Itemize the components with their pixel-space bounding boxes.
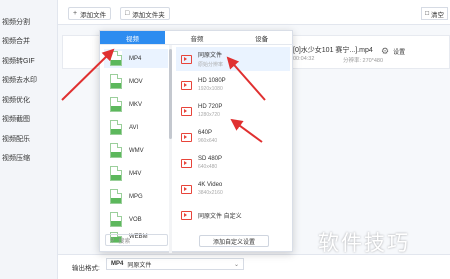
format-name: MKV (129, 101, 143, 108)
format-item-vob[interactable]: VOB (104, 210, 168, 229)
sidebar-item-split[interactable]: 视频分割 (0, 12, 57, 32)
film-icon (181, 80, 192, 90)
format-tabs: 视频 音频 设备 (100, 31, 294, 45)
add-folder-label: 添加文件夹 (132, 11, 165, 19)
sidebar: 视频分割 视频合并 视频转GIF 视频去水印 视频优化 视频截图 视频配乐 视频… (0, 0, 58, 279)
quality-res: 1280x720 (198, 112, 220, 118)
search-icon: ⚲ (110, 237, 115, 244)
quality-name: 同原文件 自定义 (198, 213, 242, 220)
sidebar-item-compress[interactable]: 视频压缩 (0, 149, 57, 169)
quality-name: SD 480P (198, 156, 223, 162)
quality-name: 640P (198, 130, 213, 136)
trash-icon: □ (425, 10, 429, 17)
film-icon (181, 132, 192, 142)
format-name: MP4 (129, 55, 142, 62)
quality-res: 3840x2160 (198, 190, 223, 196)
chevron-down-icon: ⌄ (233, 261, 239, 268)
format-popup: 视频 音频 设备 MP4 MOV MKV AVI WMV M4V MPG VOB… (99, 30, 294, 253)
clear-button[interactable]: □ 清空 (421, 7, 448, 20)
video-file-icon (110, 51, 122, 66)
format-item-wmv[interactable]: WMV (104, 141, 168, 160)
quality-res: 960x640 (198, 138, 218, 144)
film-icon (181, 184, 192, 194)
video-file-icon (110, 120, 122, 135)
quality-item-original[interactable]: 同原文件 原始分辨率 (176, 47, 290, 71)
quality-res: 640x480 (198, 164, 218, 170)
gear-icon: ⚙ (381, 46, 390, 56)
sidebar-item-music[interactable]: 视频配乐 (0, 129, 57, 149)
format-item-avi[interactable]: AVI (104, 118, 168, 137)
sidebar-item-merge[interactable]: 视频合并 (0, 32, 57, 52)
format-scroll-thumb[interactable] (169, 49, 172, 139)
quality-name: 同原文件 (198, 53, 223, 59)
file-resolution: 分辨率: 270*480 (343, 58, 384, 64)
add-custom-setting-button[interactable]: 添加自定义设置 (199, 235, 269, 247)
bottom-bar: 输出格式: MP4 同原文件 ⌄ (58, 254, 450, 279)
format-item-m4v[interactable]: M4V (104, 164, 168, 183)
format-name: WMV (129, 147, 144, 154)
format-name: MPG (129, 193, 143, 200)
quality-item-720p[interactable]: HD 720P 1280x720 (176, 99, 290, 123)
video-file-icon (110, 143, 122, 158)
format-select[interactable]: MP4 同原文件 ⌄ (106, 258, 244, 270)
add-file-label: 添加文件 (80, 11, 107, 19)
sidebar-item-screenshot[interactable]: 视频截图 (0, 110, 57, 130)
format-name: MOV (129, 78, 143, 85)
format-label: 输出格式: (72, 265, 100, 272)
file-duration: 00:04:32 (293, 56, 315, 62)
tab-audio[interactable]: 音频 (165, 31, 230, 44)
sidebar-item-gif[interactable]: 视频转GIF (0, 51, 57, 71)
quality-res: 原始分辨率 (198, 62, 224, 68)
format-item-mpg[interactable]: MPG (104, 187, 168, 206)
quality-item-480p[interactable]: SD 480P 640x480 (176, 151, 290, 175)
quality-item-1080p[interactable]: HD 1080P 1920x1080 (176, 73, 290, 97)
film-icon (181, 106, 192, 116)
format-search-input[interactable]: ⚲ 搜索 (105, 234, 168, 246)
video-file-icon (110, 166, 122, 181)
folder-icon: □ (125, 10, 130, 17)
sidebar-item-watermark[interactable]: 视频去水印 (0, 71, 57, 91)
quality-item-custom[interactable]: 同原文件 自定义 (176, 203, 290, 227)
file-name: [0]水少女101 赛宁...].mp4 (293, 47, 373, 54)
file-settings[interactable]: ⚙ 设置 (381, 46, 405, 57)
quality-item-4k[interactable]: 4K Video 3840x2160 (176, 177, 290, 201)
format-list: MP4 MOV MKV AVI WMV M4V MPG VOB WEBM (100, 45, 172, 253)
toolbar: + 添加文件 □ 添加文件夹 □ 清空 (58, 0, 450, 25)
format-name: VOB (129, 216, 142, 223)
quality-list: 同原文件原始分辨率 HD 1080P 1920x1080 HD 720P 1280x… (176, 45, 292, 233)
tab-device[interactable]: 设备 (229, 31, 294, 44)
settings-label: 设置 (393, 50, 406, 56)
format-item-mp4[interactable]: MP4 (104, 49, 168, 68)
clear-label: 清空 (431, 11, 444, 19)
video-file-icon (110, 189, 122, 204)
watermark-text: 软件技巧 (318, 231, 410, 255)
film-icon (181, 158, 192, 168)
format-value: MP4 (111, 261, 124, 267)
format-name: M4V (129, 170, 142, 177)
quality-name: HD 720P (198, 104, 223, 110)
format-item-mov[interactable]: MOV (104, 72, 168, 91)
film-icon (181, 54, 192, 64)
video-file-icon (110, 97, 122, 112)
sidebar-item-optimize[interactable]: 视频优化 (0, 90, 57, 110)
tab-video[interactable]: 视频 (100, 31, 165, 44)
search-placeholder: 搜索 (118, 238, 131, 245)
plus-icon: + (73, 10, 78, 17)
quality-name: HD 1080P (198, 78, 226, 84)
video-file-icon (110, 212, 122, 227)
quality-name: 4K Video (198, 182, 223, 188)
film-icon (181, 210, 192, 220)
format-item-mkv[interactable]: MKV (104, 95, 168, 114)
add-file-button[interactable]: + 添加文件 (68, 7, 112, 20)
quality-item-640p[interactable]: 640P 960x640 (176, 125, 290, 149)
quality-res: 1920x1080 (198, 86, 223, 92)
add-folder-button[interactable]: □ 添加文件夹 (120, 7, 170, 20)
format-desc: 同原文件 (127, 262, 152, 269)
format-name: AVI (129, 124, 139, 131)
video-file-icon (110, 74, 122, 89)
